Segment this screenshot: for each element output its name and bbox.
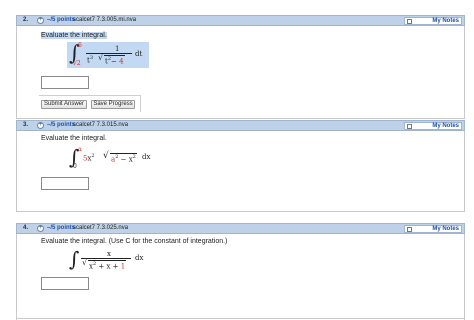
question-body: Evaluate the integral. (Use C for the co… <box>16 234 465 320</box>
denominator-t: t3 <box>87 55 94 65</box>
fraction-bar <box>81 258 131 259</box>
my-notes-label[interactable]: My Notes <box>432 226 459 232</box>
question-body: Evaluate the integral. ∫ 6 √2 1 t3 √ t2−… <box>16 26 465 118</box>
question-number: 3. <box>23 122 29 128</box>
radicand: t2− 4 <box>104 55 125 66</box>
answer-input[interactable] <box>41 76 89 89</box>
lower-limit: 0 <box>73 163 77 170</box>
question-source: scalcet7 7.3.025.nva <box>73 225 129 231</box>
submit-answer-button[interactable]: Submit Answer <box>41 100 87 109</box>
answer-input[interactable] <box>41 177 89 190</box>
points-link[interactable]: –/5 points <box>47 225 75 231</box>
question-prompt: Evaluate the integral. <box>41 135 107 142</box>
integral-expression: ∫ 6 √2 1 t3 √ t2− 4 dt <box>67 42 149 68</box>
my-notes-checkbox[interactable] <box>407 227 412 232</box>
my-notes-checkbox[interactable] <box>407 19 412 24</box>
integrand-term: 5x2 <box>83 153 95 163</box>
sqrt-icon: √ <box>103 151 109 161</box>
question-prompt: Evaluate the integral. <box>41 32 107 39</box>
question-source: scalcet7 7.3.015.nva <box>73 122 129 128</box>
question-header: 3. + –/5 points scalcet7 7.3.015.nva My … <box>16 120 465 131</box>
differential: dt <box>135 50 143 58</box>
upper-limit: a <box>78 146 82 153</box>
sqrt-icon: √ <box>82 258 88 267</box>
numerator: x <box>107 250 111 258</box>
points-link[interactable]: –/5 points <box>47 122 75 128</box>
question-header: 4. + –/5 points scalcet7 7.3.025.nva My … <box>16 223 465 234</box>
sqrt-icon: √ <box>98 53 104 62</box>
fraction-bar <box>86 53 132 54</box>
answer-input[interactable] <box>41 277 89 290</box>
my-notes-checkbox[interactable] <box>407 124 412 129</box>
button-bar: Submit Answer Save Progress <box>39 95 141 112</box>
integral-expression: ∫ x √ x2 + x + 1 dx <box>67 248 157 272</box>
my-notes-toggle[interactable]: My Notes <box>404 17 462 25</box>
radicand: a2 − x2 <box>110 153 137 164</box>
numerator: 1 <box>115 45 120 53</box>
upper-limit: 6 <box>78 42 82 49</box>
my-notes-toggle[interactable]: My Notes <box>404 225 462 233</box>
integral-expression: ∫ a 0 5x2 √ a2 − x2 dx <box>67 146 157 170</box>
question-number: 4. <box>23 225 29 231</box>
divider <box>16 118 465 119</box>
divider <box>16 318 465 319</box>
divider <box>16 211 465 212</box>
points-link[interactable]: –/5 points <box>47 17 75 23</box>
question-number: 2. <box>23 17 29 23</box>
radicand: x2 + x + 1 <box>88 260 127 271</box>
integral-sign-icon: ∫ <box>69 247 80 271</box>
my-notes-label[interactable]: My Notes <box>432 123 459 129</box>
question-header: 2. + –/5 points scalcet7 7.3.005.mi.nva … <box>16 15 465 26</box>
my-notes-label[interactable]: My Notes <box>432 18 459 24</box>
question-prompt: Evaluate the integral. (Use C for the co… <box>41 238 228 245</box>
differential: dx <box>142 153 151 161</box>
lower-limit: √2 <box>73 60 81 67</box>
question-body: Evaluate the integral. ∫ a 0 5x2 √ a2 − … <box>16 131 465 211</box>
question-source: scalcet7 7.3.005.mi.nva <box>73 17 137 23</box>
save-progress-button[interactable]: Save Progress <box>91 100 135 109</box>
my-notes-toggle[interactable]: My Notes <box>404 122 462 130</box>
expand-plus-icon[interactable]: + <box>37 225 44 232</box>
expand-plus-icon[interactable]: + <box>37 17 44 24</box>
differential: dx <box>135 254 144 262</box>
expand-plus-icon[interactable]: + <box>37 122 44 129</box>
